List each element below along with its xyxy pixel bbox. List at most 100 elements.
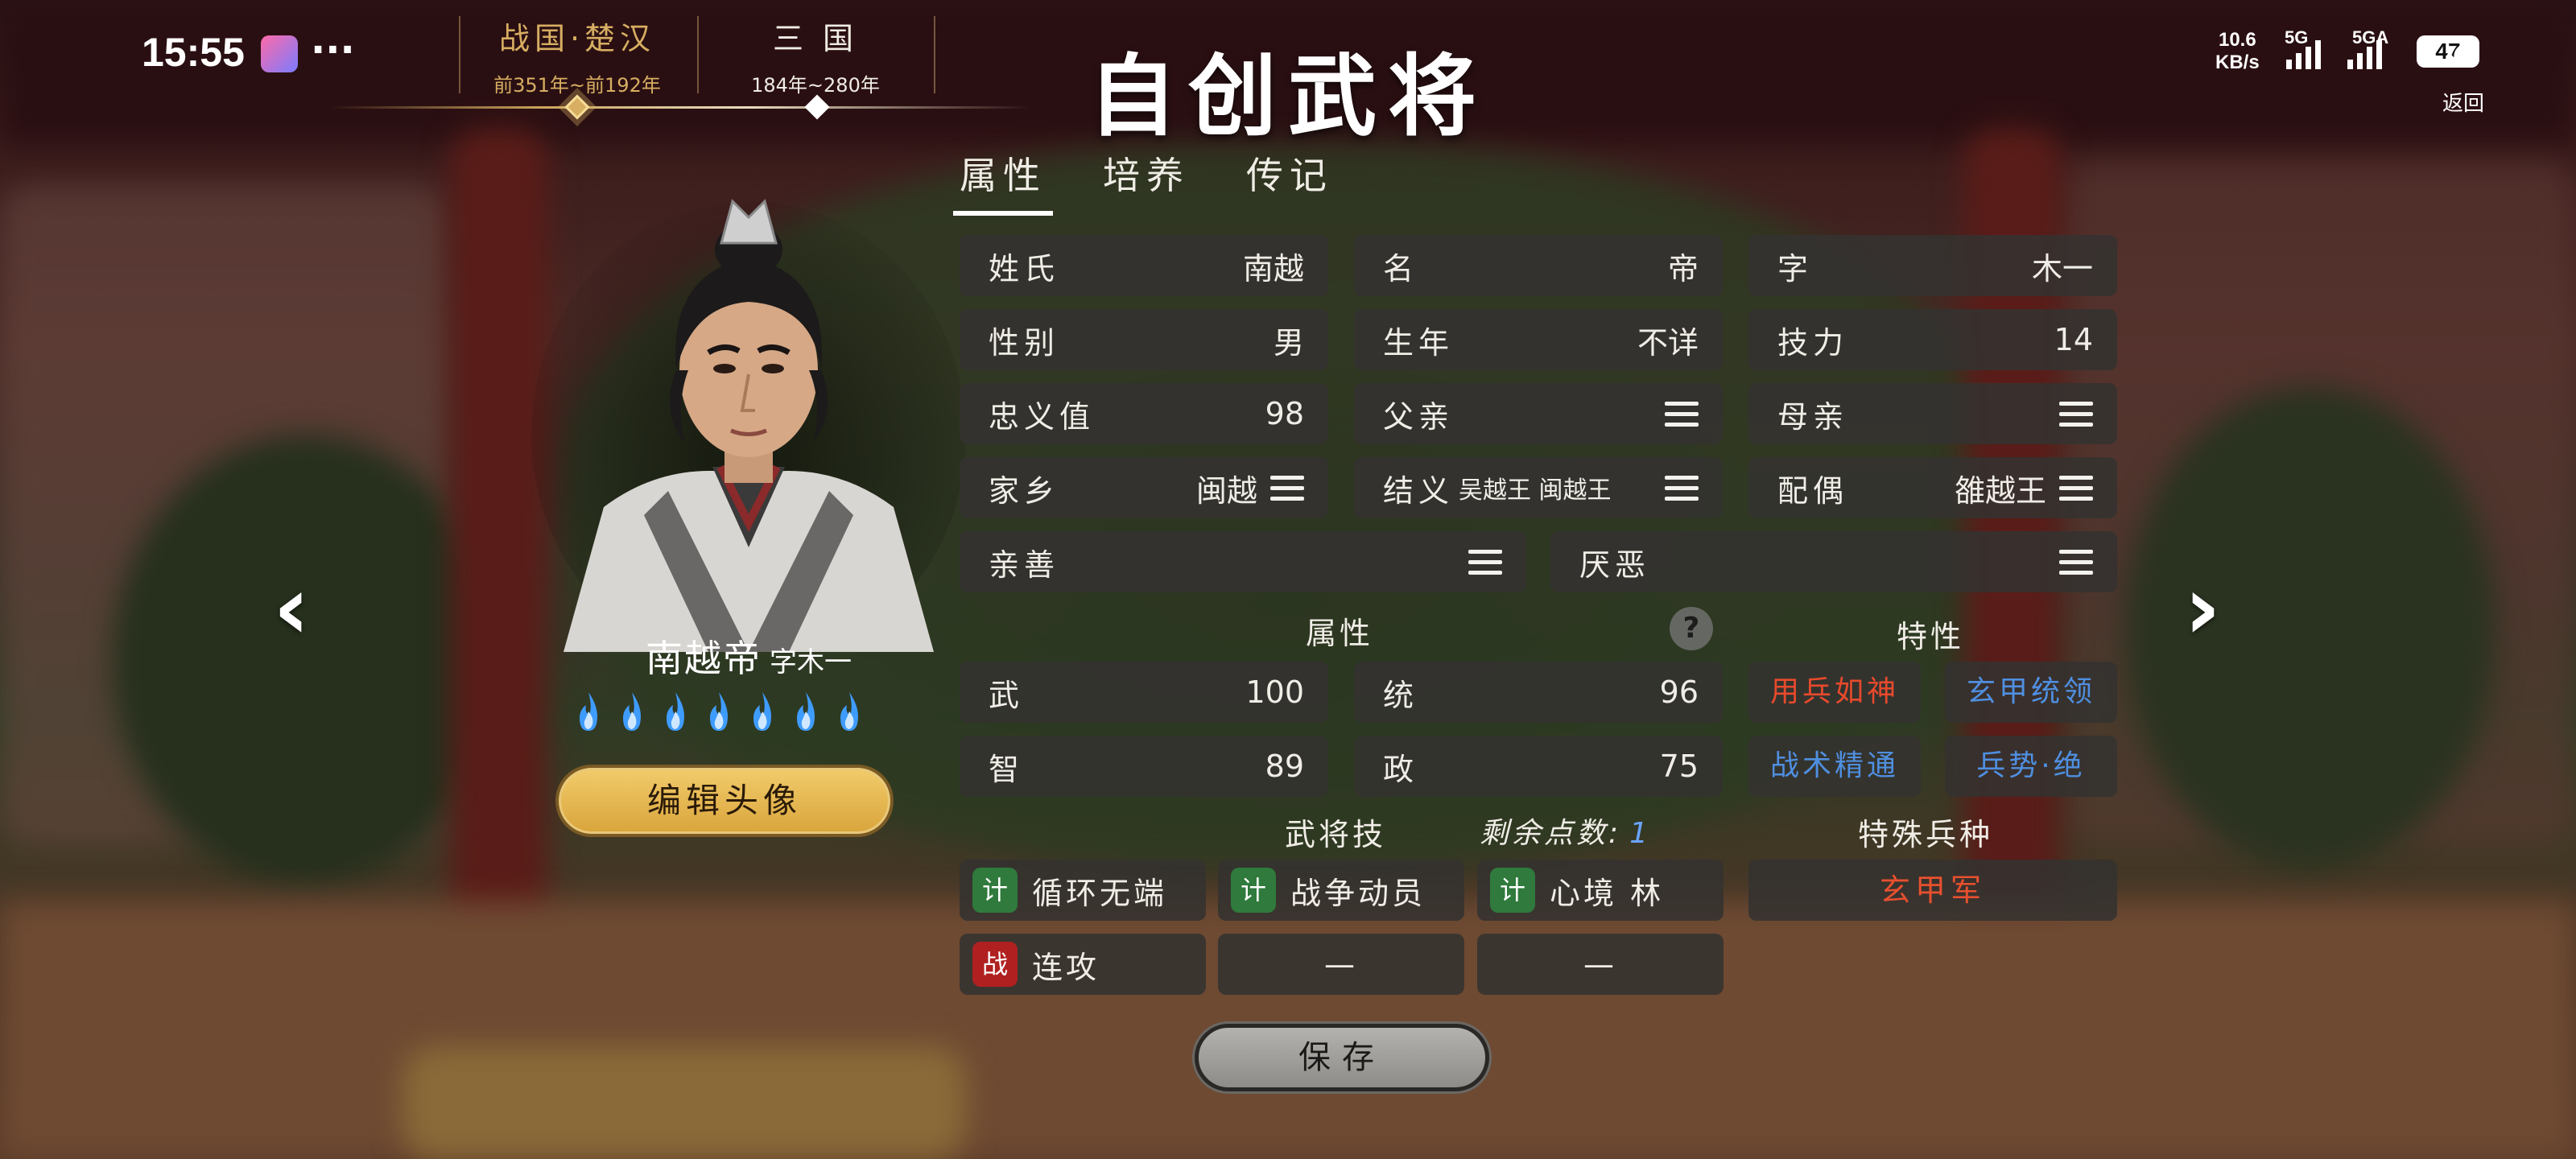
stat-value: 100 — [1245, 674, 1304, 710]
stat-politics[interactable]: 政 75 — [1354, 736, 1723, 797]
mother-field[interactable]: 母亲 — [1748, 383, 2117, 444]
app-notification-icon — [261, 35, 298, 72]
blue-flame-icon — [797, 692, 815, 731]
menu-icon[interactable] — [2059, 549, 2093, 575]
tab-attributes[interactable]: 属性 — [953, 146, 1053, 216]
skill-slot-1[interactable]: 计 循环无端 — [960, 860, 1206, 921]
field-value: 闽越 — [1195, 472, 1257, 509]
field-value: 男 — [1273, 324, 1304, 361]
trait-item[interactable]: 战术精通 — [1748, 736, 1921, 797]
era-name: 战国·楚汉 — [498, 21, 656, 56]
hero-name: 南越帝 — [646, 637, 762, 680]
era-warring-states[interactable]: 战国·楚汉 前351年~前192年 — [460, 18, 694, 97]
blue-flame-icon — [840, 692, 858, 731]
era-three-kingdoms[interactable]: 三 国 184年~280年 — [699, 18, 932, 97]
field-label: 家乡 — [989, 472, 1060, 509]
courtesy-field[interactable]: 字 木一 — [1748, 235, 2117, 296]
field-label: 配偶 — [1777, 472, 1849, 509]
stat-label: 统 — [1383, 677, 1419, 713]
skill-power-field[interactable]: 技力 14 — [1748, 309, 2117, 370]
back-label: 返回 — [2442, 92, 2484, 116]
strategy-tag-icon: 计 — [1490, 868, 1535, 913]
menu-icon[interactable] — [1665, 475, 1699, 501]
blue-flame-icon — [580, 692, 597, 731]
field-label: 技力 — [1777, 324, 1849, 361]
skill-slot-2[interactable]: 计 战争动员 — [1218, 860, 1464, 921]
hero-courtesy: 字木一 — [770, 646, 852, 678]
skills-heading: 武将技 — [1285, 817, 1387, 852]
tab-training[interactable]: 培养 — [1103, 146, 1190, 211]
blue-flame-icon — [667, 692, 684, 731]
gender-field[interactable]: 性别 男 — [960, 309, 1328, 370]
field-value: 南越 — [1242, 250, 1304, 287]
remaining-points-label: 剩余点数: — [1480, 817, 1622, 850]
status-time: 15:55 — [142, 30, 245, 75]
skill-slot-4[interactable]: 战 连攻 — [960, 934, 1206, 995]
help-icon[interactable]: ? — [1670, 607, 1713, 650]
remaining-points-value: 1 — [1629, 817, 1652, 850]
field-value: 雒越王 — [1954, 472, 2046, 509]
aversion-field[interactable]: 厌恶 — [1550, 531, 2117, 592]
menu-icon[interactable] — [2059, 475, 2093, 501]
field-label: 厌恶 — [1579, 547, 1651, 583]
father-field[interactable]: 父亲 — [1354, 383, 1723, 444]
tab-bar: 属性 培养 传记 — [953, 146, 1333, 216]
tab-biography[interactable]: 传记 — [1246, 146, 1333, 211]
surname-field[interactable]: 姓氏 南越 — [960, 235, 1328, 296]
next-hero-button[interactable]: › — [2170, 556, 2235, 659]
hometown-field[interactable]: 家乡 闽越 — [960, 457, 1328, 518]
special-unit-field[interactable]: 玄甲军 — [1748, 860, 2117, 921]
skill-name: — — [1583, 947, 1617, 982]
back-button[interactable]: ↶ 返回 — [2431, 32, 2496, 117]
skill-name: 循环无端 — [1032, 875, 1168, 911]
strategy-tag-icon: 计 — [1231, 868, 1276, 913]
star-rating — [573, 691, 865, 734]
skill-slot-5-empty[interactable]: — — [1218, 934, 1464, 995]
field-value: 吴越王 闽越王 — [1459, 476, 1612, 505]
network-speed: 10.6 KB/s — [2215, 29, 2260, 74]
stat-command[interactable]: 统 96 — [1354, 662, 1723, 723]
field-label: 性别 — [989, 324, 1060, 361]
remaining-points: 剩余点数: 1 — [1480, 810, 1651, 852]
field-label: 名 — [1383, 250, 1419, 287]
trait-item[interactable]: 玄甲统领 — [1945, 662, 2117, 723]
affinity-field[interactable]: 亲善 — [960, 531, 1526, 592]
traits-heading: 特性 — [1897, 619, 1965, 654]
skill-name: 连攻 — [1032, 949, 1100, 985]
menu-icon[interactable] — [1468, 549, 1502, 575]
field-value: 木一 — [2031, 250, 2093, 287]
hero-portrait — [531, 169, 966, 668]
menu-icon[interactable] — [2059, 401, 2093, 427]
menu-icon[interactable] — [1270, 475, 1304, 501]
back-arrow-icon: ↶ — [2446, 34, 2481, 82]
field-label: 生年 — [1383, 324, 1455, 361]
stat-value: 75 — [1659, 749, 1699, 784]
skill-slot-3[interactable]: 计 心境 林 — [1477, 860, 1724, 921]
field-label: 亲善 — [989, 547, 1060, 583]
field-label: 忠义值 — [989, 398, 1096, 435]
loyalty-field[interactable]: 忠义值 98 — [960, 383, 1328, 444]
stat-war[interactable]: 武 100 — [960, 662, 1328, 723]
trait-item[interactable]: 兵势·绝 — [1945, 736, 2117, 797]
previous-hero-button[interactable]: ‹ — [259, 556, 324, 659]
spouse-field[interactable]: 配偶 雒越王 — [1748, 457, 2117, 518]
edit-avatar-button[interactable]: 编辑头像 — [555, 765, 894, 837]
attributes-heading: 属性 — [1306, 616, 1374, 651]
field-label: 父亲 — [1383, 398, 1455, 435]
skill-name: 战争动员 — [1290, 875, 1426, 911]
save-button[interactable]: 保存 — [1195, 1024, 1489, 1091]
era-name: 三 国 — [772, 21, 859, 56]
sworn-brothers-field[interactable]: 结义 吴越王 闽越王 — [1354, 457, 1723, 518]
stat-intelligence[interactable]: 智 89 — [960, 736, 1328, 797]
trait-item[interactable]: 用兵如神 — [1748, 662, 1921, 723]
blue-flame-icon — [753, 692, 771, 731]
given-name-field[interactable]: 名 帝 — [1354, 235, 1723, 296]
blue-flame-icon — [710, 692, 728, 731]
skill-slot-6-empty[interactable]: — — [1477, 934, 1724, 995]
birth-year-field[interactable]: 生年 不详 — [1354, 309, 1723, 370]
battle-tag-icon: 战 — [972, 942, 1018, 987]
network-speed-value: 10.6 — [2218, 29, 2256, 51]
menu-icon[interactable] — [1665, 401, 1699, 427]
field-value: 14 — [2054, 322, 2093, 357]
chevron-left-icon: ‹ — [273, 556, 310, 659]
